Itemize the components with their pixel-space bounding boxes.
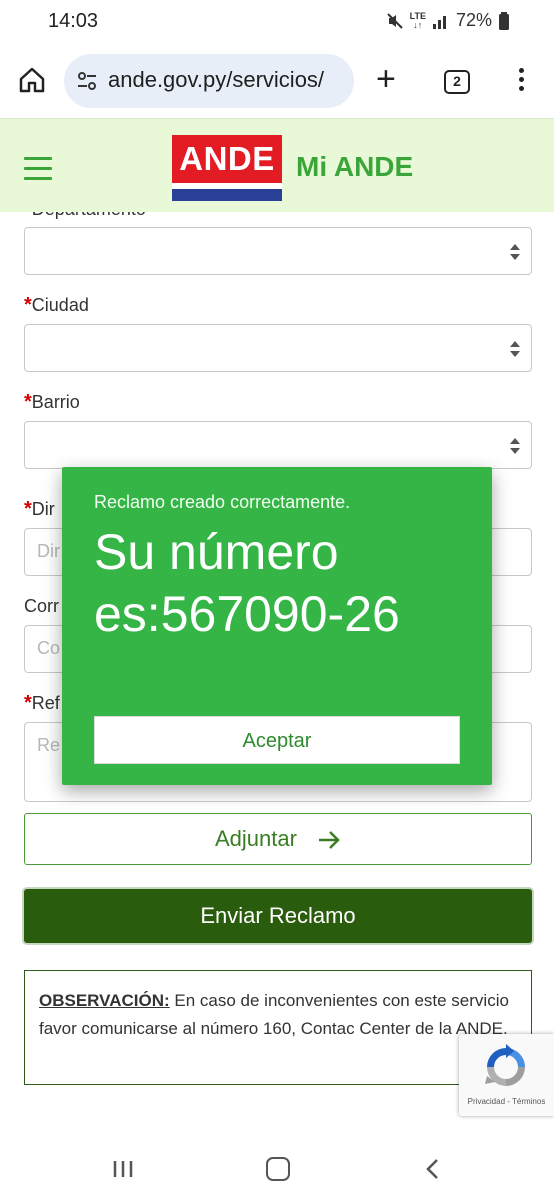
hamburger-menu-icon[interactable] [24, 157, 52, 180]
status-bar: 14:03 LTE ↓↑ 72% [0, 0, 554, 42]
recaptcha-icon [485, 1044, 525, 1086]
success-dialog: Reclamo creado correctamente. Su número … [62, 467, 492, 785]
barrio-label: *Barrio [24, 391, 80, 413]
adjuntar-label: Adjuntar [214, 826, 297, 851]
select-arrows-icon [510, 341, 520, 357]
status-icons: LTE ↓↑ 72% [386, 10, 510, 31]
dialog-claim-number: Su número es:567090-26 [94, 524, 400, 642]
referencia-label: *Ref [24, 692, 60, 714]
site-settings-icon[interactable] [76, 70, 98, 92]
android-nav-bar [0, 1136, 554, 1200]
referencia-placeholder: Re [37, 735, 61, 755]
direccion-placeholder: Dir [37, 541, 60, 561]
enviar-reclamo-button[interactable]: Enviar Reclamo [24, 889, 532, 943]
observation-box: OBSERVACIÓN: En caso de inconvenientes c… [24, 970, 532, 1085]
adjuntar-button[interactable]: Adjuntar [24, 813, 532, 865]
select-arrows-icon [510, 244, 520, 260]
back-icon[interactable] [424, 1158, 440, 1180]
recaptcha-links[interactable]: Privacidad - Términos [459, 1097, 554, 1106]
departamento-label: *Departamento [24, 198, 146, 220]
site-name: Mi ANDE [296, 151, 414, 182]
new-tab-icon[interactable]: + [376, 62, 396, 96]
correo-label: Corr [24, 596, 59, 616]
tab-switcher-button[interactable]: 2 [444, 70, 470, 94]
correo-placeholder: Co [37, 638, 61, 658]
status-time: 14:03 [48, 10, 99, 32]
ciudad-select[interactable] [24, 324, 532, 372]
ciudad-label: *Ciudad [24, 294, 89, 316]
home-icon[interactable] [18, 66, 46, 94]
lte-icon: LTE ↓↑ [409, 10, 426, 30]
observation-title: OBSERVACIÓN: [39, 991, 170, 1010]
address-bar[interactable]: ande.gov.py/servicios/ [64, 54, 354, 108]
barrio-select[interactable] [24, 421, 532, 469]
android-home-icon[interactable] [266, 1157, 290, 1181]
ande-logo[interactable]: ANDE [172, 135, 282, 201]
arrow-right-icon [319, 831, 340, 850]
url-text: ande.gov.py/servicios/ [108, 67, 325, 92]
more-menu-icon[interactable] [517, 68, 525, 96]
recaptcha-badge[interactable]: Privacidad - Términos [459, 1034, 554, 1116]
signal-icon [432, 15, 446, 29]
mute-icon [386, 12, 403, 29]
dialog-message: Reclamo creado correctamente. [94, 492, 351, 512]
browser-toolbar: ande.gov.py/servicios/ + 2 [0, 42, 554, 118]
direccion-label: *Dir [24, 498, 55, 520]
battery-percent: 72% [455, 10, 492, 30]
battery-icon [499, 11, 509, 30]
aceptar-button[interactable]: Aceptar [94, 716, 460, 764]
departamento-select[interactable] [24, 227, 532, 275]
select-arrows-icon [510, 438, 520, 454]
recent-apps-icon[interactable] [112, 1159, 134, 1179]
